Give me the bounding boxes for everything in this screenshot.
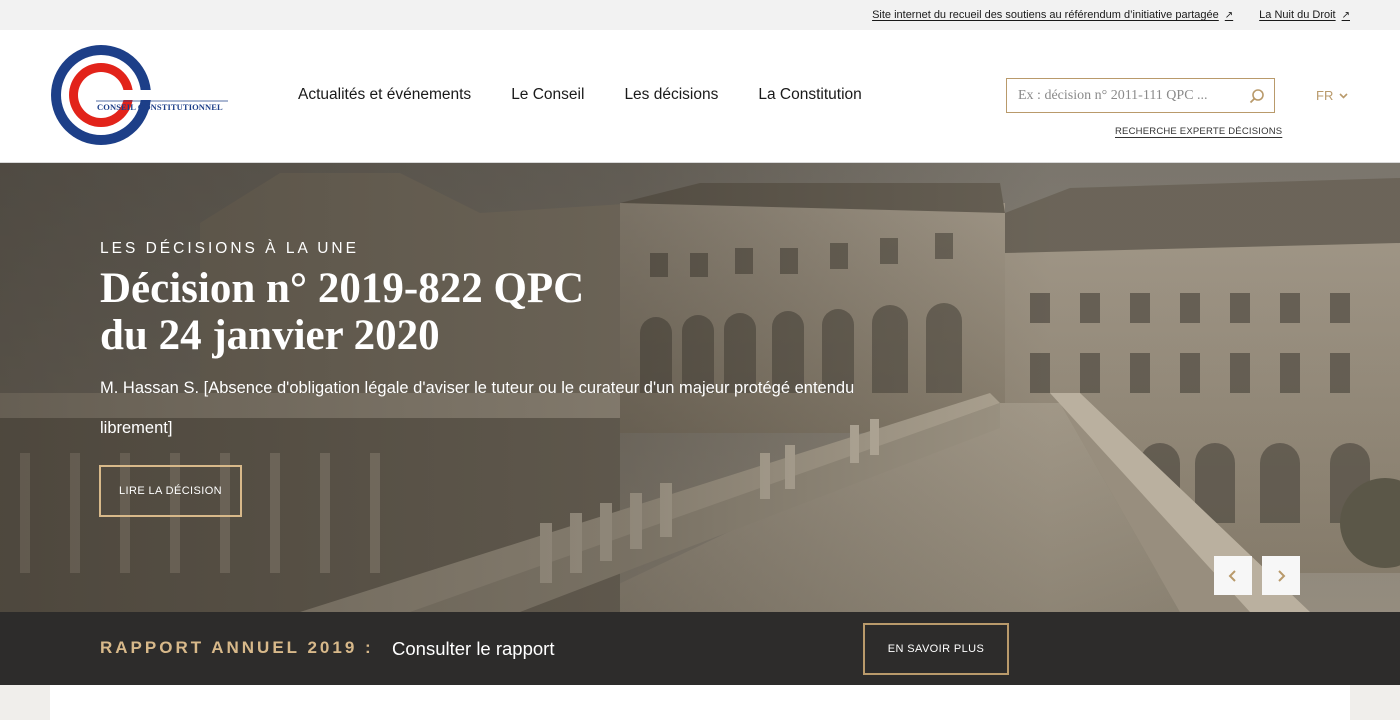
content-card: [50, 685, 1350, 720]
utility-bar: Site internet du recueil des soutiens au…: [0, 0, 1400, 30]
nav-item-le-conseil[interactable]: Le Conseil: [511, 86, 584, 104]
language-select[interactable]: FR: [1316, 88, 1348, 103]
referendum-site-link[interactable]: Site internet du recueil des soutiens au…: [872, 9, 1233, 21]
carousel-next-button[interactable]: [1262, 556, 1300, 595]
site-header: CONSEIL CONSTITUTIONNEL Actualités et év…: [0, 30, 1400, 163]
nuit-du-droit-link[interactable]: La Nuit du Droit ↗: [1259, 9, 1350, 21]
hero-description: M. Hassan S. [Absence d'obligation légal…: [100, 379, 855, 437]
read-decision-button[interactable]: LIRE LA DÉCISION: [99, 465, 242, 517]
hero-title-line-1: Décision n° 2019-822 QPC: [100, 265, 585, 312]
nav-item-la-constitution[interactable]: La Constitution: [758, 86, 861, 104]
logo-emblem-icon: [51, 45, 230, 145]
learn-more-button[interactable]: EN SAVOIR PLUS: [863, 623, 1009, 675]
expert-search-link[interactable]: RECHERCHE EXPERTE DÉCISIONS: [1115, 126, 1282, 137]
main-nav: Actualités et événements Le Conseil Les …: [298, 86, 862, 104]
report-link[interactable]: Consulter le rapport: [392, 638, 554, 660]
hero-title: Décision n° 2019-822 QPC du 24 janvier 2…: [100, 265, 720, 359]
hero-eyebrow: LES DÉCISIONS À LA UNE: [100, 240, 359, 257]
language-label: FR: [1316, 88, 1334, 103]
chevron-down-icon: [1339, 92, 1348, 99]
referendum-site-label: Site internet du recueil des soutiens au…: [872, 9, 1219, 21]
carousel-prev-button[interactable]: [1214, 556, 1252, 595]
nav-item-actualites[interactable]: Actualités et événements: [298, 86, 471, 104]
hero-banner: LES DÉCISIONS À LA UNE Décision n° 2019-…: [0, 163, 1400, 612]
external-link-icon: ↗: [1341, 9, 1350, 21]
external-link-icon: ↗: [1224, 9, 1234, 21]
nav-item-les-decisions[interactable]: Les décisions: [624, 86, 718, 104]
logo[interactable]: CONSEIL CONSTITUTIONNEL: [50, 44, 230, 146]
report-label: RAPPORT ANNUEL 2019 :: [100, 638, 374, 657]
search-button[interactable]: [1240, 79, 1274, 112]
annual-report-banner: RAPPORT ANNUEL 2019 : Consulter le rappo…: [0, 612, 1400, 685]
chevron-right-icon: [1278, 569, 1286, 582]
hero-title-line-2: du 24 janvier 2020: [100, 312, 440, 359]
chevron-left-icon: [1228, 569, 1236, 582]
logo-text: CONSEIL CONSTITUTIONNEL: [97, 102, 223, 112]
search-icon: [1249, 88, 1264, 103]
search-box: [1006, 78, 1275, 113]
search-input[interactable]: [1007, 79, 1240, 112]
nuit-du-droit-label: La Nuit du Droit: [1259, 9, 1336, 21]
